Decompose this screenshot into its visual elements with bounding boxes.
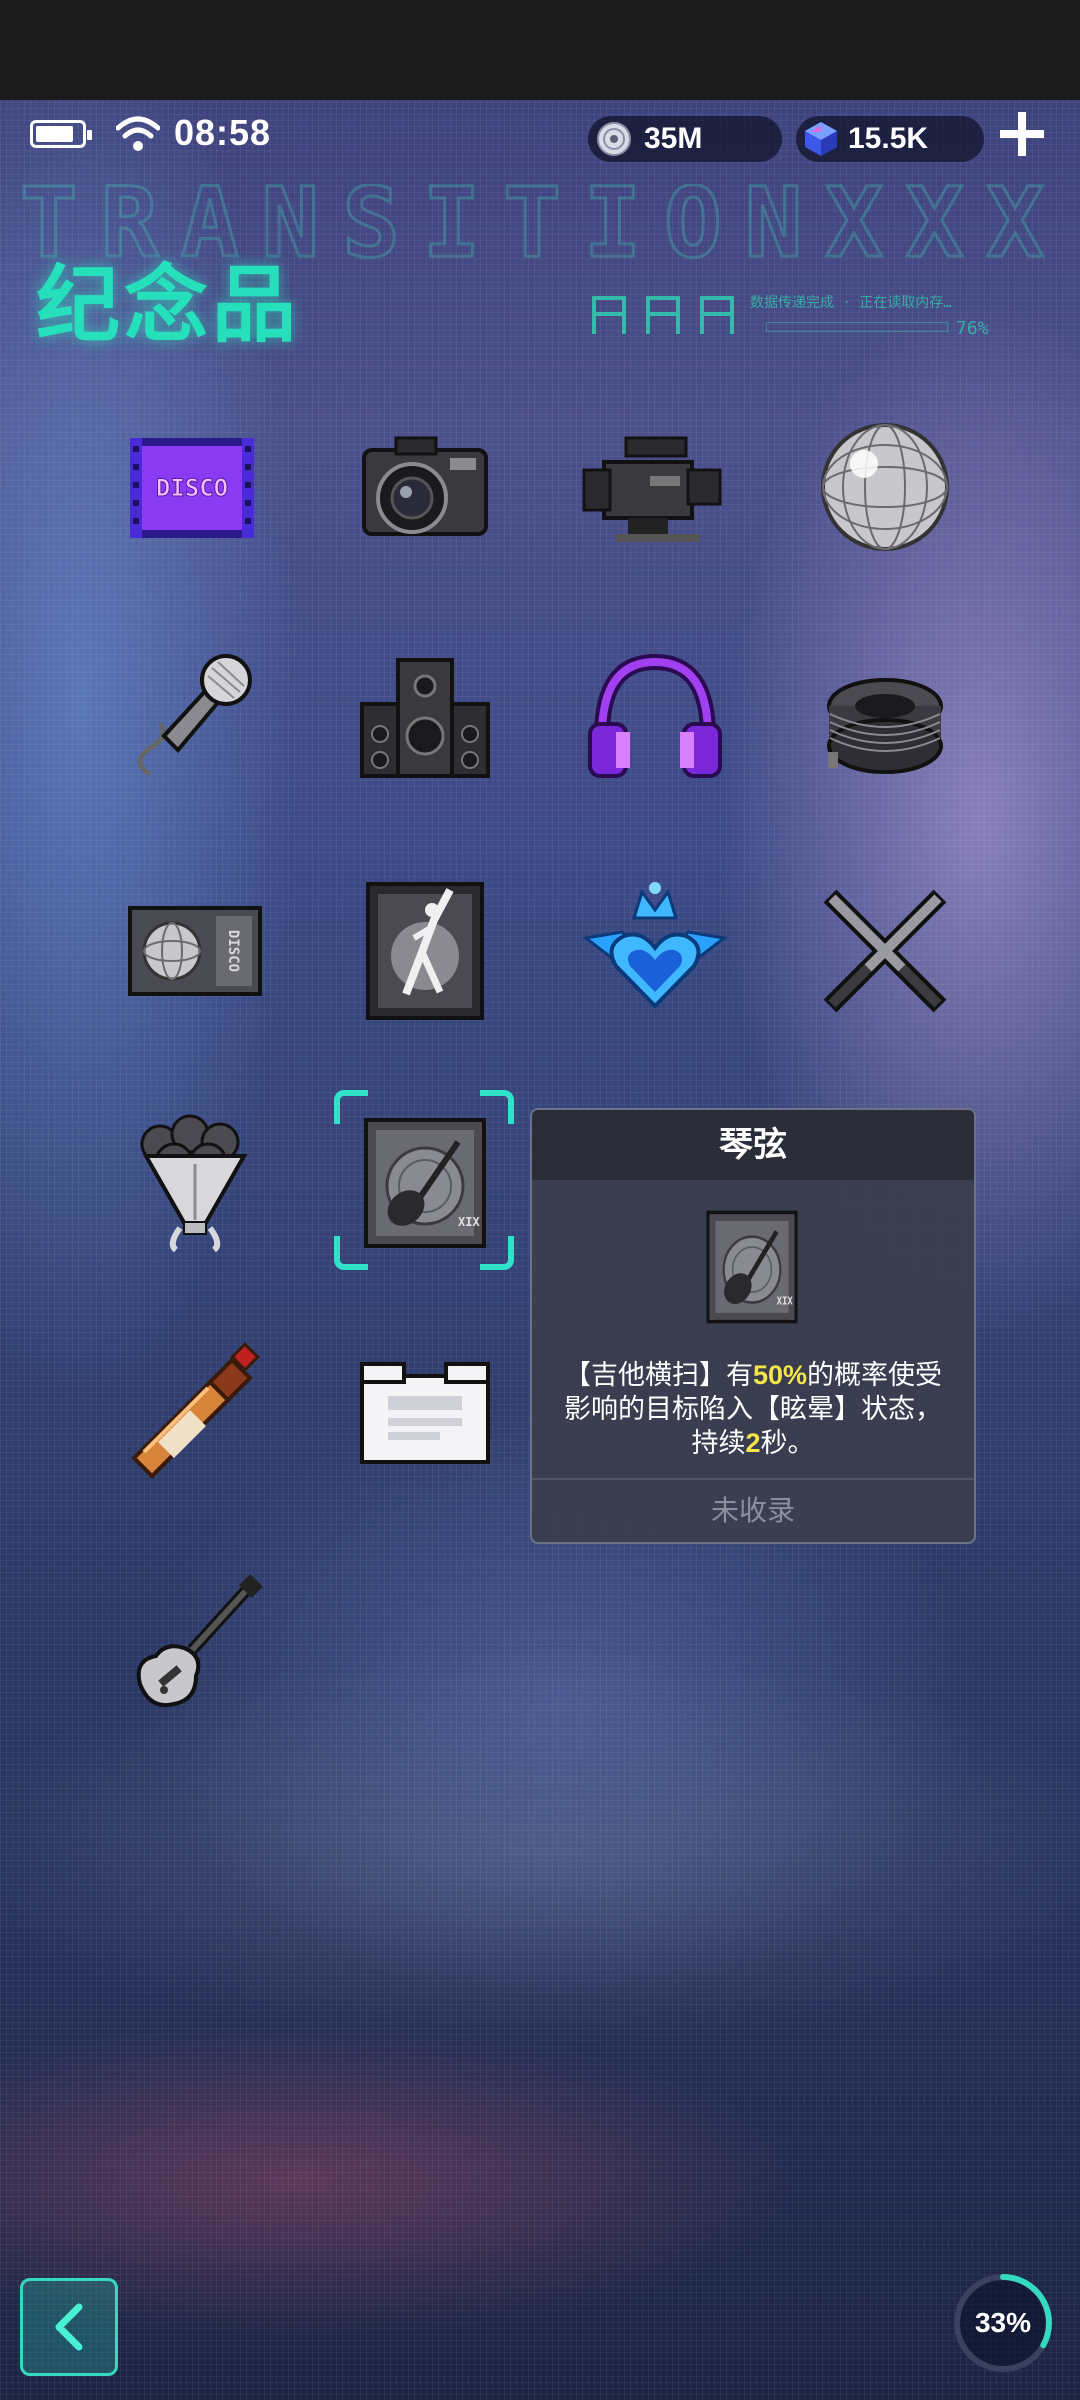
tooltip-title: 琴弦: [719, 1126, 787, 1164]
dancer-poster-item[interactable]: [350, 876, 500, 1026]
disco-ball-icon: [821, 423, 949, 551]
electric-guitar-icon: [136, 1573, 264, 1707]
headphones-icon: [588, 653, 722, 778]
tooltip-divider: [532, 1478, 974, 1480]
back-button[interactable]: [20, 2278, 118, 2376]
coin-currency-pill[interactable]: 35M: [588, 116, 782, 162]
microphone-item[interactable]: [120, 644, 270, 794]
electric-guitar-item[interactable]: [120, 1572, 270, 1722]
selection-corner-bottom-right: [480, 1236, 514, 1270]
svg-text:XIX: XIX: [777, 1296, 793, 1308]
item-detail-tooltip: 琴弦 XIX 【吉他横扫】有50%的概率使受影响的目标陷入【眩晕】状态，持续2秒…: [530, 1108, 976, 1544]
blue-gem-icon: [805, 122, 837, 156]
add-currency-button[interactable]: [996, 108, 1048, 160]
camera-icon: [362, 436, 488, 536]
video-camera-icon: [582, 436, 722, 542]
svg-text:DISCO: DISCO: [156, 474, 228, 502]
clock-time: 08:58: [174, 112, 272, 153]
tooltip-collection-status: 未收录: [710, 1495, 795, 1526]
gem-amount: 15.5K: [848, 122, 929, 155]
selection-corner-bottom-left: [334, 1236, 368, 1270]
microphone-icon: [137, 654, 252, 777]
cable-coil-item[interactable]: [810, 644, 960, 794]
video-camera-item[interactable]: [580, 412, 730, 562]
camera-item[interactable]: [350, 412, 500, 562]
svg-text:DISCO: DISCO: [225, 930, 241, 972]
bouquet-item[interactable]: [120, 1108, 270, 1258]
progress-percent: 33%: [974, 2307, 1032, 2338]
bottle-item[interactable]: [120, 1340, 270, 1490]
heart-crown-icon: [582, 882, 728, 1009]
disco-card-icon: DISCO: [128, 906, 262, 996]
tooltip-desc-text: 【吉他横扫】有: [563, 1360, 753, 1390]
tooltip-desc-text: 秒。: [760, 1428, 815, 1458]
chevron-left-icon: [55, 2303, 83, 2351]
status-bar: 08:58 35M 15.5K: [0, 100, 1080, 172]
collection-progress-ring: 33%: [950, 2270, 1056, 2376]
battery-icon: [30, 120, 92, 148]
top-black-bar: [0, 0, 1080, 100]
guitar-record-icon: XIX: [706, 1210, 798, 1324]
tooltip-description: 【吉他横扫】有50%的概率使受影响的目标陷入【眩晕】状态，持续2秒。: [556, 1358, 950, 1460]
crossed-lightsticks-icon: [823, 889, 947, 1013]
disco-ticket-item[interactable]: DISCO: [120, 412, 270, 562]
wifi-icon: [116, 116, 160, 151]
selection-corner-top-right: [480, 1090, 514, 1124]
dancer-poster-icon: [366, 882, 484, 1020]
disco-ball-item[interactable]: [810, 412, 960, 562]
speaker-item[interactable]: [350, 644, 500, 794]
disco-ticket-icon: DISCO: [130, 438, 254, 538]
crossed-lightsticks-item[interactable]: [810, 876, 960, 1026]
banner-progress-bar: [766, 322, 948, 332]
banner-caption: 数据传递完成 · 正在读取内存…: [750, 295, 952, 311]
coin-amount: 35M: [644, 122, 703, 155]
banner-percent: 76%: [956, 318, 989, 339]
tooltip-desc-chance: 50%: [752, 1360, 808, 1390]
cable-coil-icon: [827, 678, 943, 774]
selection-frame: [334, 1090, 514, 1270]
selection-corner-top-left: [334, 1090, 368, 1124]
white-box-icon: [360, 1362, 490, 1464]
disc-coin-icon: [597, 122, 631, 156]
bouquet-icon: [140, 1114, 248, 1253]
tooltip-desc-duration: 2: [745, 1428, 761, 1458]
disco-card-item[interactable]: DISCO: [120, 876, 270, 1026]
speaker-icon: [360, 658, 490, 778]
gem-currency-pill[interactable]: 15.5K: [796, 116, 984, 162]
page-title: 纪念品: [36, 258, 301, 352]
headphones-item[interactable]: [580, 644, 730, 794]
bottle-icon: [131, 1342, 260, 1479]
banner-ticker-glyphs: [592, 296, 734, 334]
heart-crown-item[interactable]: [580, 876, 730, 1026]
white-box-item[interactable]: [350, 1340, 500, 1490]
